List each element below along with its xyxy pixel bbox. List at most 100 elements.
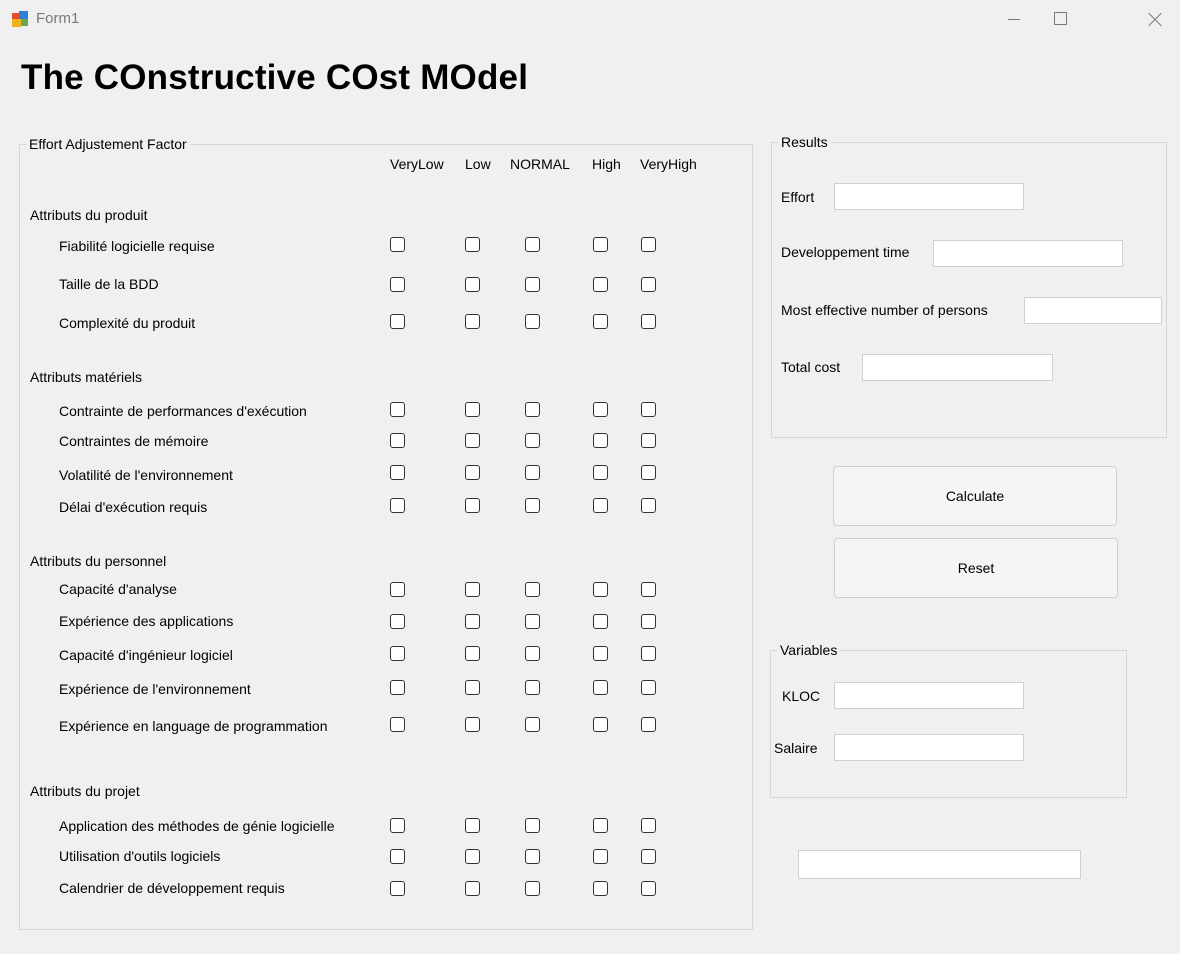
section-title-personnel: Attributs du personnel: [30, 553, 167, 569]
rating-checkbox-high[interactable]: [593, 465, 608, 480]
rating-checkbox-normal[interactable]: [525, 680, 540, 695]
rating-checkbox-veryhigh[interactable]: [641, 614, 656, 629]
rating-checkbox-low[interactable]: [465, 402, 480, 417]
rating-checkbox-veryhigh[interactable]: [641, 237, 656, 252]
output-field[interactable]: [798, 850, 1081, 879]
rating-checkbox-low[interactable]: [465, 818, 480, 833]
total-cost-field[interactable]: [862, 354, 1053, 381]
rating-checkbox-low[interactable]: [465, 680, 480, 695]
rating-checkbox-low[interactable]: [465, 849, 480, 864]
rating-checkbox-veryhigh[interactable]: [641, 717, 656, 732]
rating-checkbox-normal[interactable]: [525, 314, 540, 329]
rating-checkbox-veryhigh[interactable]: [641, 818, 656, 833]
rating-checkbox-low[interactable]: [465, 314, 480, 329]
rating-checkbox-low[interactable]: [465, 717, 480, 732]
rating-checkbox-verylow[interactable]: [390, 717, 405, 732]
rating-checkbox-high[interactable]: [593, 680, 608, 695]
calculate-button[interactable]: Calculate: [833, 466, 1117, 526]
rating-checkbox-low[interactable]: [465, 277, 480, 292]
maximize-button[interactable]: [1036, 0, 1082, 40]
rating-checkbox-normal[interactable]: [525, 717, 540, 732]
rating-checkbox-low[interactable]: [465, 237, 480, 252]
rating-checkbox-low[interactable]: [465, 433, 480, 448]
rating-checkbox-verylow[interactable]: [390, 680, 405, 695]
rating-checkbox-veryhigh[interactable]: [641, 402, 656, 417]
rating-checkbox-verylow[interactable]: [390, 818, 405, 833]
page-title: The COnstructive COst MOdel: [21, 58, 529, 97]
rating-checkbox-normal[interactable]: [525, 646, 540, 661]
developpement-time-field[interactable]: [933, 240, 1123, 267]
rating-checkbox-high[interactable]: [593, 881, 608, 896]
rating-checkbox-high[interactable]: [593, 614, 608, 629]
rating-checkbox-verylow[interactable]: [390, 237, 405, 252]
rating-checkbox-verylow[interactable]: [390, 849, 405, 864]
rating-checkbox-normal[interactable]: [525, 402, 540, 417]
rating-checkbox-verylow[interactable]: [390, 465, 405, 480]
rating-checkbox-veryhigh[interactable]: [641, 881, 656, 896]
rating-checkbox-normal[interactable]: [525, 881, 540, 896]
rating-checkbox-normal[interactable]: [525, 582, 540, 597]
winforms-app-icon: [12, 11, 28, 27]
rating-checkbox-veryhigh[interactable]: [641, 314, 656, 329]
rating-checkbox-verylow[interactable]: [390, 614, 405, 629]
title-bar: Form1: [0, 0, 1180, 40]
attribute-label: Fiabilité logicielle requise: [59, 238, 215, 254]
rating-checkbox-verylow[interactable]: [390, 498, 405, 513]
rating-checkbox-veryhigh[interactable]: [641, 849, 656, 864]
rating-checkbox-normal[interactable]: [525, 277, 540, 292]
rating-checkbox-high[interactable]: [593, 402, 608, 417]
rating-checkbox-normal[interactable]: [525, 498, 540, 513]
rating-checkbox-high[interactable]: [593, 818, 608, 833]
rating-checkbox-normal[interactable]: [525, 433, 540, 448]
rating-checkbox-veryhigh[interactable]: [641, 680, 656, 695]
rating-checkbox-high[interactable]: [593, 582, 608, 597]
kloc-field[interactable]: [834, 682, 1024, 709]
rating-checkbox-low[interactable]: [465, 498, 480, 513]
effort-field[interactable]: [834, 183, 1024, 210]
rating-checkbox-low[interactable]: [465, 582, 480, 597]
rating-checkbox-verylow[interactable]: [390, 582, 405, 597]
minimize-button[interactable]: [990, 0, 1036, 40]
rating-checkbox-veryhigh[interactable]: [641, 582, 656, 597]
effective-persons-field[interactable]: [1024, 297, 1162, 324]
column-header-high: High: [592, 156, 621, 172]
rating-checkbox-high[interactable]: [593, 646, 608, 661]
rating-checkbox-veryhigh[interactable]: [641, 498, 656, 513]
rating-checkbox-verylow[interactable]: [390, 402, 405, 417]
variables-group-legend: Variables: [777, 642, 841, 658]
attribute-label: Utilisation d'outils logiciels: [59, 848, 221, 864]
rating-checkbox-veryhigh[interactable]: [641, 433, 656, 448]
rating-checkbox-high[interactable]: [593, 277, 608, 292]
reset-button[interactable]: Reset: [834, 538, 1118, 598]
attribute-label: Complexité du produit: [59, 315, 196, 331]
rating-checkbox-normal[interactable]: [525, 465, 540, 480]
rating-checkbox-verylow[interactable]: [390, 646, 405, 661]
rating-checkbox-high[interactable]: [593, 237, 608, 252]
column-header-verylow: VeryLow: [390, 156, 444, 172]
rating-checkbox-verylow[interactable]: [390, 433, 405, 448]
salaire-field[interactable]: [834, 734, 1024, 761]
rating-checkbox-high[interactable]: [593, 314, 608, 329]
total-cost-label: Total cost: [781, 359, 841, 375]
rating-checkbox-high[interactable]: [593, 498, 608, 513]
rating-checkbox-low[interactable]: [465, 614, 480, 629]
rating-checkbox-high[interactable]: [593, 717, 608, 732]
rating-checkbox-normal[interactable]: [525, 237, 540, 252]
rating-checkbox-low[interactable]: [465, 881, 480, 896]
rating-checkbox-veryhigh[interactable]: [641, 277, 656, 292]
effective-persons-label: Most effective number of persons: [781, 302, 988, 318]
rating-checkbox-normal[interactable]: [525, 614, 540, 629]
rating-checkbox-low[interactable]: [465, 465, 480, 480]
rating-checkbox-high[interactable]: [593, 433, 608, 448]
rating-checkbox-low[interactable]: [465, 646, 480, 661]
rating-checkbox-verylow[interactable]: [390, 881, 405, 896]
rating-checkbox-verylow[interactable]: [390, 314, 405, 329]
close-button[interactable]: [1130, 0, 1176, 40]
rating-checkbox-veryhigh[interactable]: [641, 465, 656, 480]
rating-checkbox-high[interactable]: [593, 849, 608, 864]
rating-checkbox-verylow[interactable]: [390, 277, 405, 292]
rating-checkbox-veryhigh[interactable]: [641, 646, 656, 661]
rating-checkbox-normal[interactable]: [525, 818, 540, 833]
attribute-label: Application des méthodes de génie logici…: [59, 818, 335, 834]
rating-checkbox-normal[interactable]: [525, 849, 540, 864]
